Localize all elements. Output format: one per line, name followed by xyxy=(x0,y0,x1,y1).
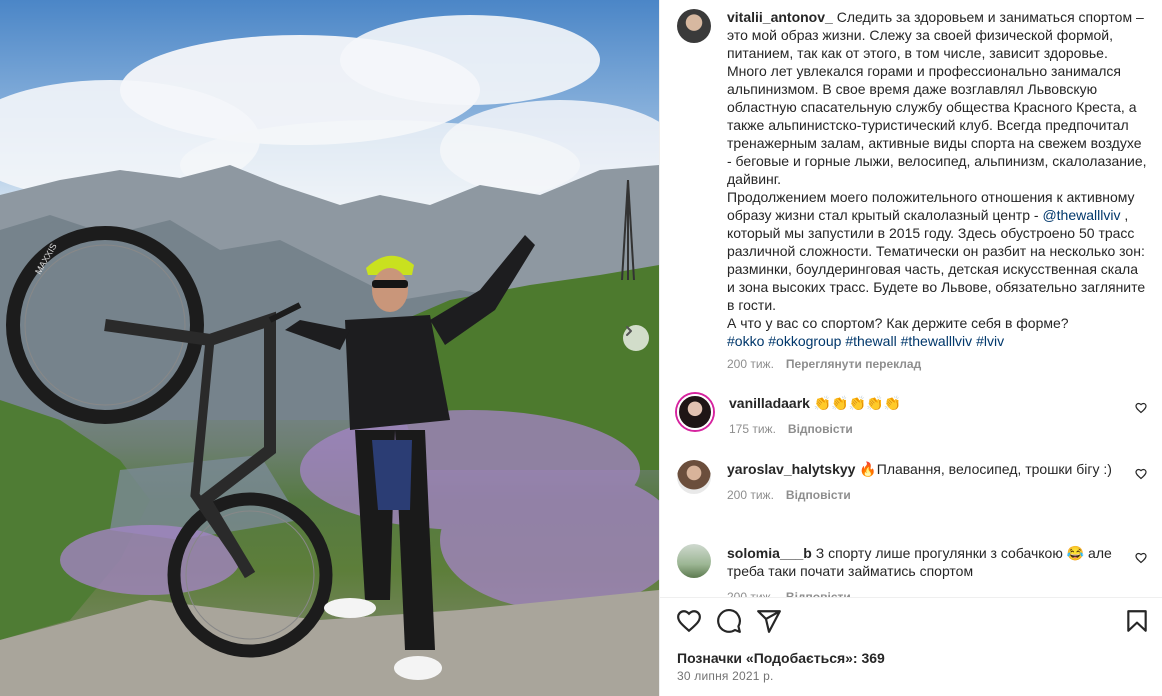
comment-content: 🔥Плавання, велосипед, трошки бігу :) xyxy=(859,461,1112,477)
chevron-right-icon xyxy=(626,326,632,336)
see-translation-button[interactable]: Переглянути переклад xyxy=(786,355,921,373)
caption-time[interactable]: 200 тиж. xyxy=(727,355,774,373)
post-caption: vitalii_antonov_ Следить за здоровьем и … xyxy=(677,8,1157,373)
comment-text: vanilladaark 👏👏👏👏👏 xyxy=(729,394,1121,412)
comment-meta: 175 тиж. Відповісти xyxy=(729,420,1121,438)
share-icon[interactable] xyxy=(756,608,782,634)
comment-item: solomia___b З спорту лише прогулянки з с… xyxy=(677,544,1147,597)
post-date[interactable]: 30 липня 2021 р. xyxy=(677,669,774,683)
comments-scroll-area[interactable]: vitalii_antonov_ Следить за здоровьем и … xyxy=(660,0,1162,597)
hashtag-link[interactable]: #thewall xyxy=(845,333,896,349)
post-action-bar xyxy=(676,608,1150,636)
comment-like-heart-icon[interactable] xyxy=(1135,402,1147,414)
comment-meta: 200 тиж. Відповісти xyxy=(727,588,1119,597)
caption-text-part-1: Следить за здоровьем и заниматься спорто… xyxy=(727,9,1147,223)
comment-meta: 200 тиж. Відповісти xyxy=(727,486,1119,504)
hashtag-link[interactable]: #lviv xyxy=(976,333,1004,349)
caption-text: vitalii_antonov_ Следить за здоровьем и … xyxy=(727,8,1147,350)
reply-button[interactable]: Відповісти xyxy=(788,420,853,438)
author-username[interactable]: vitalii_antonov_ xyxy=(727,9,833,25)
mention-link[interactable]: @thewalllviv xyxy=(1042,207,1120,223)
comment-like-heart-icon[interactable] xyxy=(1135,552,1147,564)
commenter-avatar[interactable] xyxy=(677,460,711,494)
comment-time[interactable]: 200 тиж. xyxy=(727,588,774,597)
comment-text: yaroslav_halytskyy 🔥Плавання, велосипед,… xyxy=(727,460,1119,478)
comment-text: solomia___b З спорту лише прогулянки з с… xyxy=(727,544,1119,580)
comment-item: yaroslav_halytskyy 🔥Плавання, велосипед,… xyxy=(677,460,1147,504)
reply-button[interactable]: Відповісти xyxy=(786,588,851,597)
comment-icon[interactable] xyxy=(716,608,742,634)
comment-like-heart-icon[interactable] xyxy=(1135,468,1147,480)
commenter-username[interactable]: vanilladaark xyxy=(729,395,810,411)
likes-count[interactable]: Позначки «Подобається»: 369 xyxy=(677,650,885,666)
hashtag-link[interactable]: #thewalllviv xyxy=(901,333,973,349)
author-avatar[interactable] xyxy=(677,9,711,43)
heart-icon[interactable] xyxy=(676,608,702,634)
commenter-avatar[interactable] xyxy=(677,394,713,430)
comment-time[interactable]: 200 тиж. xyxy=(727,486,774,504)
next-photo-button[interactable] xyxy=(623,325,649,351)
reply-button[interactable]: Відповісти xyxy=(786,486,851,504)
hashtag-link[interactable]: #okkogroup xyxy=(768,333,841,349)
comment-item: vanilladaark 👏👏👏👏👏 175 тиж. Відповісти xyxy=(677,394,1147,438)
commenter-username[interactable]: solomia___b xyxy=(727,545,812,561)
caption-text-part-2: , который мы запустили в 2015 году. Здес… xyxy=(727,207,1146,331)
hashtag-link[interactable]: #okko xyxy=(727,333,764,349)
comment-content: 👏👏👏👏👏 xyxy=(813,395,901,411)
caption-meta: 200 тиж. Переглянути переклад xyxy=(727,355,1147,373)
photo-illustration: MAXXIS xyxy=(0,15,659,696)
post-sidebar: vitalii_antonov_ Следить за здоровьем и … xyxy=(659,0,1162,696)
post-photo[interactable]: MAXXIS xyxy=(0,0,659,696)
comment-time[interactable]: 175 тиж. xyxy=(729,420,776,438)
commenter-avatar[interactable] xyxy=(677,544,711,578)
commenter-username[interactable]: yaroslav_halytskyy xyxy=(727,461,855,477)
action-bar-divider xyxy=(660,597,1162,598)
bookmark-icon[interactable] xyxy=(1124,608,1150,634)
